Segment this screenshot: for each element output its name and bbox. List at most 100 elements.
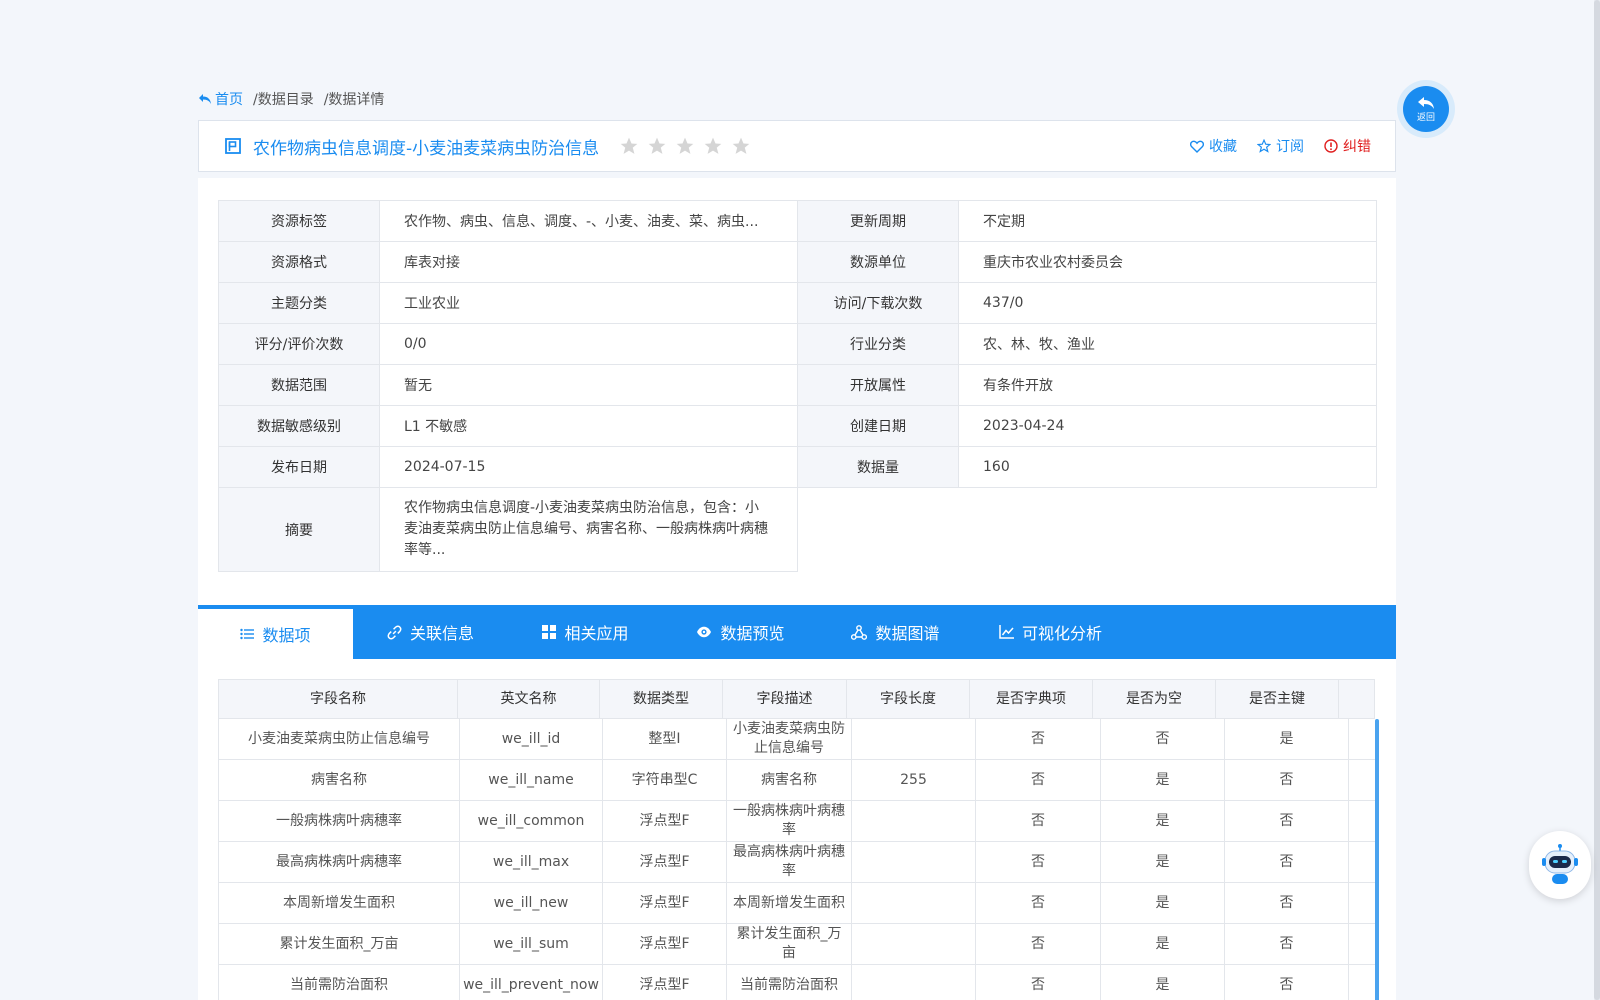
report-error-button[interactable]: 纠错: [1324, 136, 1371, 156]
rating-star-icon[interactable]: [619, 136, 639, 156]
metadata-label: 评分/评价次数: [218, 323, 380, 365]
metadata-row: 资源标签 农作物、病虫、信息、调度、-、小麦、油麦、菜、病虫... 更新周期 不定期: [218, 200, 1377, 242]
table-cell: 最高病株病叶病穗率: [219, 842, 460, 882]
page-scrollbar[interactable]: [1594, 0, 1600, 1000]
metadata-value: 有条件开放: [958, 364, 1377, 406]
metadata-value: 不定期: [958, 200, 1377, 242]
back-button[interactable]: 返回: [1397, 80, 1455, 138]
metadata-label: 数据范围: [218, 364, 380, 406]
breadcrumb-detail: /数据详情: [323, 92, 385, 108]
metadata-row: 评分/评价次数 0/0 行业分类 农、林、牧、渔业: [218, 323, 1377, 365]
table-cell: 小麦油麦菜病虫防止信息编号: [219, 719, 460, 759]
subscribe-button[interactable]: 订阅: [1257, 136, 1304, 156]
table-row[interactable]: 累计发生面积_万亩 we_ill_sum 浮点型F 累计发生面积_万亩否是否: [218, 924, 1375, 965]
table-row[interactable]: 病害名称 we_ill_name 字符串型C 病害名称 255 否是否: [218, 760, 1375, 801]
field-grid-panel: 字段名称 英文名称 数据类型 字段描述 字段长度 是否字典项 是否为空 是否主键 小麦油麦菜病…: [198, 659, 1396, 1000]
tab-label: 数据图谱: [875, 624, 940, 643]
metadata-row: 数据敏感级别 L1 不敏感 创建日期 2023-04-24: [218, 405, 1377, 447]
metadata-value: 农作物、病虫、信息、调度、-、小麦、油麦、菜、病虫...: [379, 200, 798, 242]
table-cell: 最高病株病叶病穗率: [727, 842, 852, 882]
column-header[interactable]: 字段长度: [847, 680, 970, 718]
page-title: 农作物病虫信息调度-小麦油麦菜病虫防治信息: [253, 138, 600, 159]
table-row[interactable]: 一般病株病叶病穗率 we_ill_common 浮点型F 一般病株病叶病穗率否是否: [218, 801, 1375, 842]
table-cell: 是: [1225, 719, 1349, 759]
table-cell: 浮点型F: [603, 965, 727, 1000]
table-cell: 当前需防治面积: [727, 965, 852, 1000]
list-icon: [240, 628, 255, 640]
table-cell: 否: [976, 801, 1101, 841]
table-cell: 否: [1225, 883, 1349, 923]
abstract-label: 摘要: [218, 487, 380, 572]
metadata-label: 数据敏感级别: [218, 405, 380, 447]
column-header[interactable]: 是否字典项: [970, 680, 1093, 718]
table-row[interactable]: 小麦油麦菜病虫防止信息编号 we_ill_id 整型I 小麦油麦菜病虫防止信息编号否否…: [218, 719, 1375, 760]
back-label: 返回: [1416, 112, 1435, 123]
column-header[interactable]: 是否主键: [1216, 680, 1339, 718]
grid-scrollbar[interactable]: [1375, 719, 1379, 1000]
rating-stars[interactable]: [619, 136, 751, 156]
link-icon: [387, 625, 402, 640]
tab-data-graph[interactable]: 数据图谱: [818, 605, 973, 659]
metadata-label: 访问/下载次数: [797, 282, 959, 324]
back-arrow-icon: [1418, 96, 1434, 109]
metadata-value: 437/0: [958, 282, 1377, 324]
favorite-button[interactable]: 收藏: [1190, 136, 1237, 156]
column-header[interactable]: 是否为空: [1093, 680, 1216, 718]
column-header[interactable]: 英文名称: [458, 680, 600, 718]
table-row[interactable]: 本周新增发生面积 we_ill_new 浮点型F 本周新增发生面积否是否: [218, 883, 1375, 924]
eye-icon: [696, 626, 712, 638]
assistant-robot-button[interactable]: [1529, 831, 1591, 899]
abstract-value: 农作物病虫信息调度-小麦油麦菜病虫防治信息，包含：小麦油麦菜病虫防止信息编号、病…: [379, 487, 798, 572]
metadata-value: 农、林、牧、渔业: [958, 323, 1377, 365]
page-scrollbar-thumb[interactable]: [1594, 0, 1600, 1000]
abstract-row: 摘要 农作物病虫信息调度-小麦油麦菜病虫防治信息，包含：小麦油麦菜病虫防止信息编号…: [218, 487, 1377, 572]
table-cell: 否: [1225, 760, 1349, 800]
metadata-row: 主题分类 工业农业 访问/下载次数 437/0: [218, 282, 1377, 324]
table-cell: [852, 842, 976, 882]
tab-visual-analysis[interactable]: 可视化分析: [973, 605, 1128, 659]
rating-star-icon[interactable]: [731, 136, 751, 156]
metadata-value: 160: [958, 446, 1377, 488]
table-row[interactable]: 最高病株病叶病穗率 we_ill_max 浮点型F 最高病株病叶病穗率否是否: [218, 842, 1375, 883]
rating-star-icon[interactable]: [703, 136, 723, 156]
rating-star-icon[interactable]: [647, 136, 667, 156]
metadata-label: 行业分类: [797, 323, 959, 365]
metadata-label: 开放属性: [797, 364, 959, 406]
metadata-value: L1 不敏感: [379, 405, 798, 447]
column-header[interactable]: 数据类型: [600, 680, 723, 718]
table-cell: we_ill_max: [460, 842, 603, 882]
tab-related-apps[interactable]: 相关应用: [508, 605, 663, 659]
robot-icon: [1542, 844, 1578, 884]
tab-data-items[interactable]: 数据项: [198, 605, 353, 659]
table-cell: 是: [1101, 883, 1225, 923]
alert-circle-icon: [1324, 139, 1338, 153]
breadcrumb-catalog[interactable]: /数据目录: [253, 89, 314, 109]
reply-arrow-icon: [199, 94, 211, 104]
metadata-label: 资源标签: [218, 200, 380, 242]
empty-cell: [958, 487, 1377, 572]
tab-label: 数据预览: [720, 624, 785, 643]
breadcrumb-home[interactable]: 首页: [198, 89, 243, 109]
table-row[interactable]: 当前需防治面积 we_ill_prevent_now 浮点型F 当前需防治面积否是否: [218, 965, 1375, 1000]
line-chart-icon: [999, 625, 1014, 639]
column-header[interactable]: 字段名称: [219, 680, 458, 718]
tab-data-preview[interactable]: 数据预览: [663, 605, 818, 659]
table-cell: 本周新增发生面积: [219, 883, 460, 923]
metadata-row: 发布日期 2024-07-15 数据量 160: [218, 446, 1377, 488]
metadata-value: 工业农业: [379, 282, 798, 324]
table-cell: 病害名称: [727, 760, 852, 800]
tab-related-info[interactable]: 关联信息: [353, 605, 508, 659]
metadata-label: 主题分类: [218, 282, 380, 324]
metadata-label: 资源格式: [218, 241, 380, 283]
table-cell: [852, 801, 976, 841]
tab-label: 可视化分析: [1021, 624, 1102, 643]
table-cell: 本周新增发生面积: [727, 883, 852, 923]
column-header[interactable]: 字段描述: [723, 680, 847, 718]
table-cell: 否: [976, 924, 1101, 964]
table-cell: 否: [976, 883, 1101, 923]
table-cell: 是: [1101, 760, 1225, 800]
title-bar: 农作物病虫信息调度-小麦油麦菜病虫防治信息 收藏 订阅 纠错: [198, 120, 1396, 172]
metadata-value: 暂无: [379, 364, 798, 406]
rating-star-icon[interactable]: [675, 136, 695, 156]
tab-label: 数据项: [262, 626, 311, 645]
